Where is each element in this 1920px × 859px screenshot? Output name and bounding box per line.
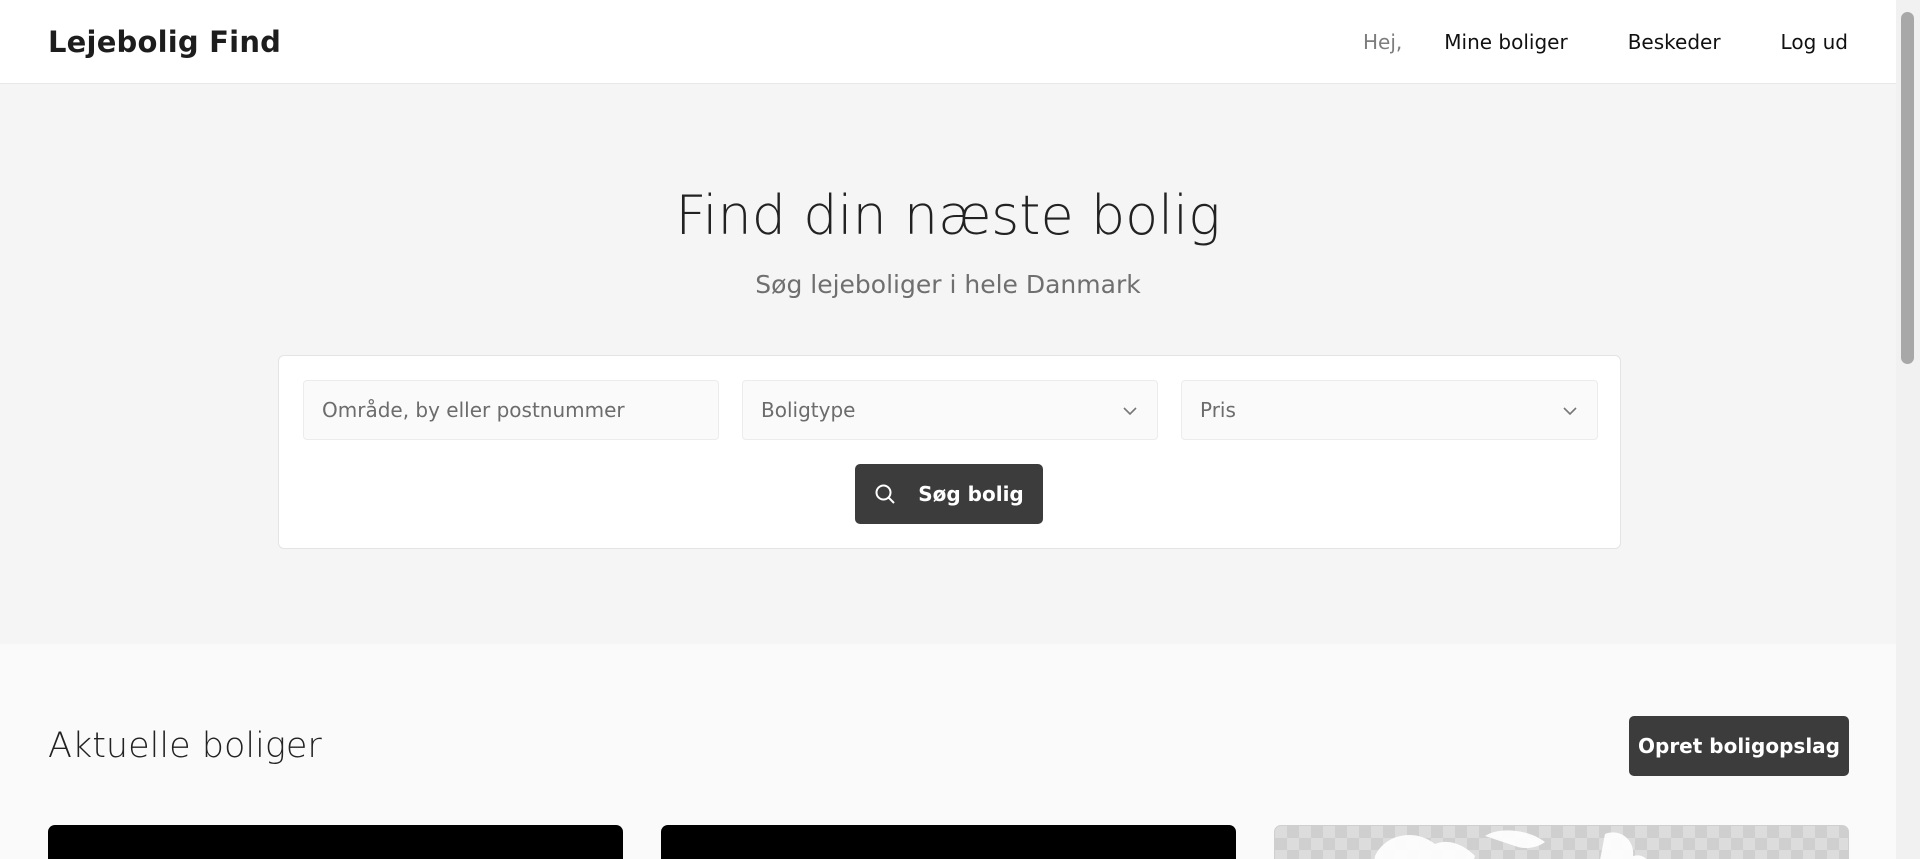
chevron-down-icon	[1121, 401, 1139, 419]
nav-messages[interactable]: Beskeder	[1628, 30, 1721, 54]
search-card: Boligtype Pris Søg bolig	[278, 355, 1621, 549]
page: Lejebolig Find Hej, Mine boliger Beskede…	[0, 0, 1896, 859]
hero-subtitle: Søg lejeboliger i hele Danmark	[755, 270, 1141, 299]
price-select[interactable]: Pris	[1181, 380, 1598, 440]
area-search-input[interactable]	[322, 398, 700, 422]
main-nav: Hej, Mine boliger Beskeder Log ud	[1363, 30, 1848, 54]
listings-section: Aktuelle boliger Opret boligopslag	[0, 644, 1896, 859]
listing-card[interactable]	[1274, 825, 1849, 859]
top-header: Lejebolig Find Hej, Mine boliger Beskede…	[0, 0, 1896, 84]
search-icon	[874, 483, 896, 505]
property-type-value: Boligtype	[761, 398, 856, 422]
site-logo[interactable]: Lejebolig Find	[48, 25, 281, 59]
hero-title: Find din næste bolig	[675, 184, 1221, 247]
nav-logout[interactable]: Log ud	[1781, 30, 1848, 54]
area-search-field[interactable]	[303, 380, 719, 440]
greeting-text: Hej,	[1363, 29, 1403, 54]
page-scrollbar[interactable]	[1896, 0, 1920, 859]
search-button[interactable]: Søg bolig	[855, 464, 1043, 524]
create-listing-button[interactable]: Opret boligopslag	[1629, 716, 1849, 776]
listing-card[interactable]	[48, 825, 623, 859]
scrollbar-thumb[interactable]	[1901, 12, 1914, 364]
nav-my-homes[interactable]: Mine boliger	[1444, 30, 1567, 54]
listing-card[interactable]	[661, 825, 1236, 859]
listing-image-placeholder	[1374, 830, 1647, 859]
hero-section: Find din næste bolig Søg lejeboliger i h…	[0, 84, 1896, 644]
search-button-label: Søg bolig	[918, 482, 1024, 506]
property-type-select[interactable]: Boligtype	[742, 380, 1158, 440]
chevron-down-icon	[1561, 401, 1579, 419]
price-value: Pris	[1200, 398, 1236, 422]
listings-title: Aktuelle boliger	[48, 726, 322, 766]
